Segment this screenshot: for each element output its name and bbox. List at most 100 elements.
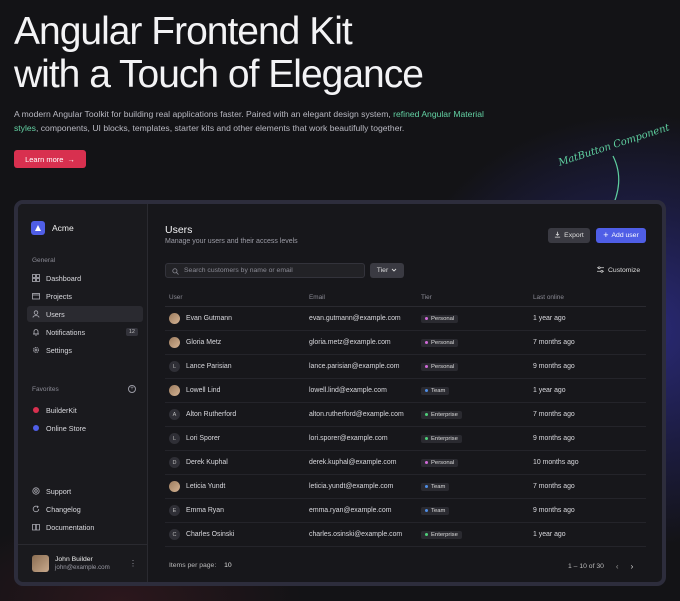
chevron-left-icon[interactable]: ‹ [616,562,619,571]
tier-label: Team [431,483,446,490]
table-row[interactable]: Gloria Metz gloria.metz@example.com Person… [165,331,646,355]
bell-icon [32,328,40,336]
favorite-label: BuilderKit [46,405,77,415]
tier-label: Enterprise [431,435,458,442]
tier-dot-icon [425,365,428,368]
arrow-right-icon: → [67,154,75,164]
acme-logo-icon [31,221,45,235]
column-header-email[interactable]: Email [309,294,421,301]
user-name: Lance Parisian [186,363,232,370]
dashboard-icon [32,274,40,282]
pagination-range: 1 – 10 of 30 [568,563,604,570]
chevron-down-icon [391,267,397,275]
favorite-online-store[interactable]: Online Store [27,420,143,436]
book-icon [32,523,40,531]
avatar [169,337,180,348]
export-button[interactable]: Export [548,228,590,243]
email-cell: alton.rutherford@example.com [309,411,404,418]
tier-label: Enterprise [431,531,458,538]
tier-filter-button[interactable]: Tier [370,263,404,278]
user-name: Leticia Yundt [186,483,226,490]
tier-dot-icon [425,509,428,512]
tier-cell: Enterprise [421,530,533,539]
sidebar-item-documentation[interactable]: Documentation [27,519,143,535]
table-row[interactable]: L Lance Parisian lance.parisian@example.co… [165,355,646,379]
tier-cell: Personal [421,458,533,467]
learn-more-button[interactable]: Learn more → [14,150,86,168]
last-online-cell: 7 months ago [533,483,575,490]
sidebar-item-support[interactable]: Support [27,483,143,499]
add-favorite-icon[interactable]: + [128,385,136,393]
tier-cell: Personal [421,338,533,347]
tier-badge: Team [421,386,450,395]
table-row[interactable]: Lowell Lind lowell.lind@example.com Team 1 … [165,379,646,403]
user-cell: Evan Gutmann [165,313,309,324]
notifications-badge: 12 [125,328,138,336]
sidebar-item-label: Support [46,486,72,496]
last-online-cell: 9 months ago [533,363,575,370]
user-name: Emma Ryan [186,507,224,514]
pagination: 1 – 10 of 30 ‹ › [568,562,633,571]
table-row[interactable]: A Alton Rutherford alton.rutherford@exampl… [165,403,646,427]
plus-icon: + [603,230,609,240]
sidebar-item-label: Changelog [46,504,81,514]
last-online-cell: 10 months ago [533,459,579,466]
tier-dot-icon [425,389,428,392]
table-row[interactable]: Evan Gutmann evan.gutmann@example.com Pers… [165,307,646,331]
user-name: Alton Rutherford [186,411,237,418]
column-header-tier[interactable]: Tier [421,294,533,301]
tier-badge: Team [421,506,450,515]
tier-cell: Personal [421,362,533,371]
app-window: Acme General Dashboard Projects Users No… [14,200,666,586]
avatar: A [169,409,180,420]
tier-dot-icon [425,341,428,344]
sidebar-item-label: Documentation [46,522,95,532]
email-cell: evan.gutmann@example.com [309,315,401,322]
user-cell: L Lance Parisian [165,361,309,372]
user-cell: L Lori Sporer [165,433,309,444]
table-row[interactable]: Leticia Yundt leticia.yundt@example.com Te… [165,475,646,499]
sidebar-item-notifications[interactable]: Notifications 12 [27,324,143,340]
table-row[interactable]: E Emma Ryan emma.ryan@example.com Team 9 mon… [165,499,646,523]
avatar [169,385,180,396]
search-input[interactable] [184,267,364,274]
tier-badge: Personal [421,458,459,467]
search-field[interactable] [165,263,365,278]
users-table: User Email Tier Last online Evan Gutmann… [165,288,646,547]
user-cell: A Alton Rutherford [165,409,309,420]
hero-description: A modern Angular Toolkit for building re… [14,109,484,133]
chevron-right-icon[interactable]: › [631,562,634,571]
tier-label: Personal [431,315,455,322]
favorite-builderkit[interactable]: BuilderKit [27,402,143,418]
sidebar-item-changelog[interactable]: Changelog [27,501,143,517]
page-subtitle: Manage your users and their access level… [165,238,298,245]
items-per-page-label: Items per page: [169,562,217,569]
user-email: john@example.com [55,564,110,571]
add-user-button[interactable]: + Add user [596,228,646,243]
sidebar-item-settings[interactable]: Settings [27,342,143,358]
sidebar-item-projects[interactable]: Projects [27,288,143,304]
avatar [32,555,49,572]
items-per-page-select[interactable]: 10 [224,562,232,569]
sidebar: Acme General Dashboard Projects Users No… [18,204,148,582]
column-header-user[interactable]: User [165,294,309,301]
table-row[interactable]: L Lori Sporer lori.sporer@example.com Enter… [165,427,646,451]
user-profile[interactable]: John Builder john@example.com ⋮ [18,544,147,582]
main-content: Users Manage your users and their access… [148,204,662,582]
more-vertical-icon[interactable]: ⋮ [129,559,137,568]
tier-label: Team [431,387,446,394]
brand-name: Acme [52,223,74,233]
tier-badge: Personal [421,338,459,347]
sidebar-item-users[interactable]: Users [27,306,143,322]
column-header-last-online[interactable]: Last online [533,294,646,301]
table-body: Evan Gutmann evan.gutmann@example.com Pers… [165,307,646,547]
brand[interactable]: Acme [31,221,74,235]
favorite-label: Online Store [46,423,86,433]
table-row[interactable]: C Charles Osinski charles.osinski@example.… [165,523,646,547]
tier-cell: Personal [421,314,533,323]
email-cell: leticia.yundt@example.com [309,483,394,490]
tier-dot-icon [425,485,428,488]
customize-button[interactable]: Customize [597,266,640,275]
sidebar-item-dashboard[interactable]: Dashboard [27,270,143,286]
table-row[interactable]: D Derek Kuphal derek.kuphal@example.com Per… [165,451,646,475]
